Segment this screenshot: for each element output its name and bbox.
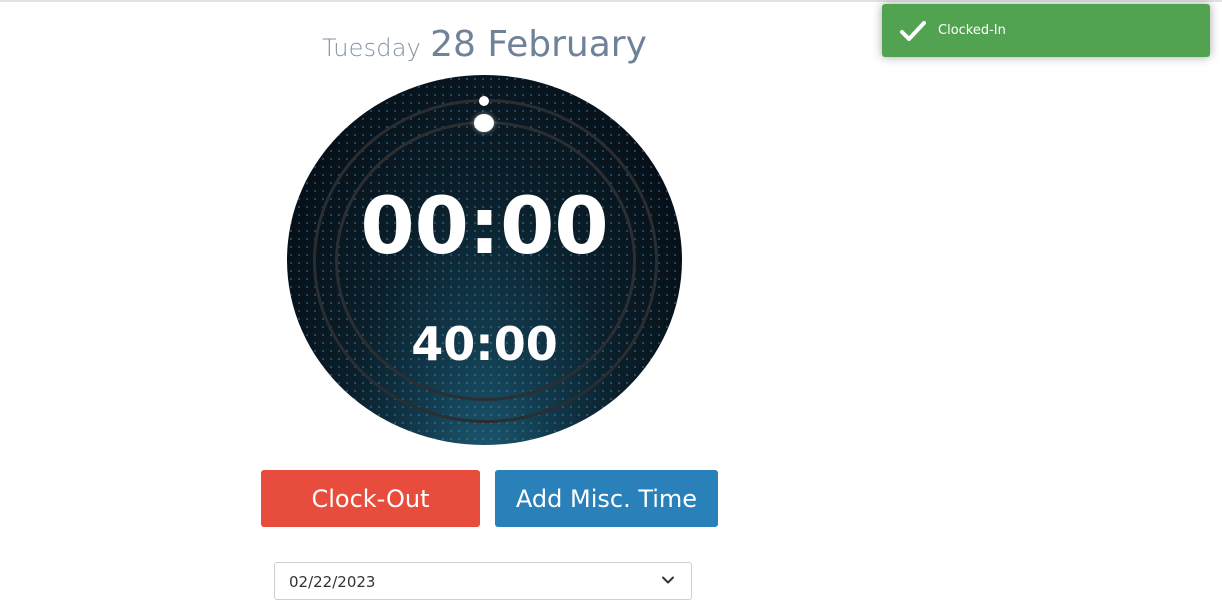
date-select[interactable]: 02/22/2023 [274, 562, 692, 600]
clock-indicator-dot [479, 96, 489, 106]
target-time: 40:00 [411, 317, 558, 371]
date-heading: Tuesday 28 February [322, 24, 652, 65]
check-icon [900, 21, 926, 41]
day-month-label: 28 February [430, 24, 647, 65]
clock-progress-knob [474, 114, 494, 132]
clock-dial: 00:00 40:00 [287, 75, 682, 445]
add-misc-time-button[interactable]: Add Misc. Time [495, 470, 718, 527]
clock-out-button[interactable]: Clock-Out [261, 470, 480, 527]
weekday-label: Tuesday [322, 34, 422, 62]
elapsed-time: 00:00 [360, 182, 609, 272]
chevron-down-icon [662, 576, 674, 584]
toast-notification[interactable]: Clocked-In [882, 4, 1210, 57]
toast-message: Clocked-In [938, 23, 1006, 38]
date-select-value: 02/22/2023 [289, 573, 376, 591]
top-divider [0, 0, 1222, 2]
